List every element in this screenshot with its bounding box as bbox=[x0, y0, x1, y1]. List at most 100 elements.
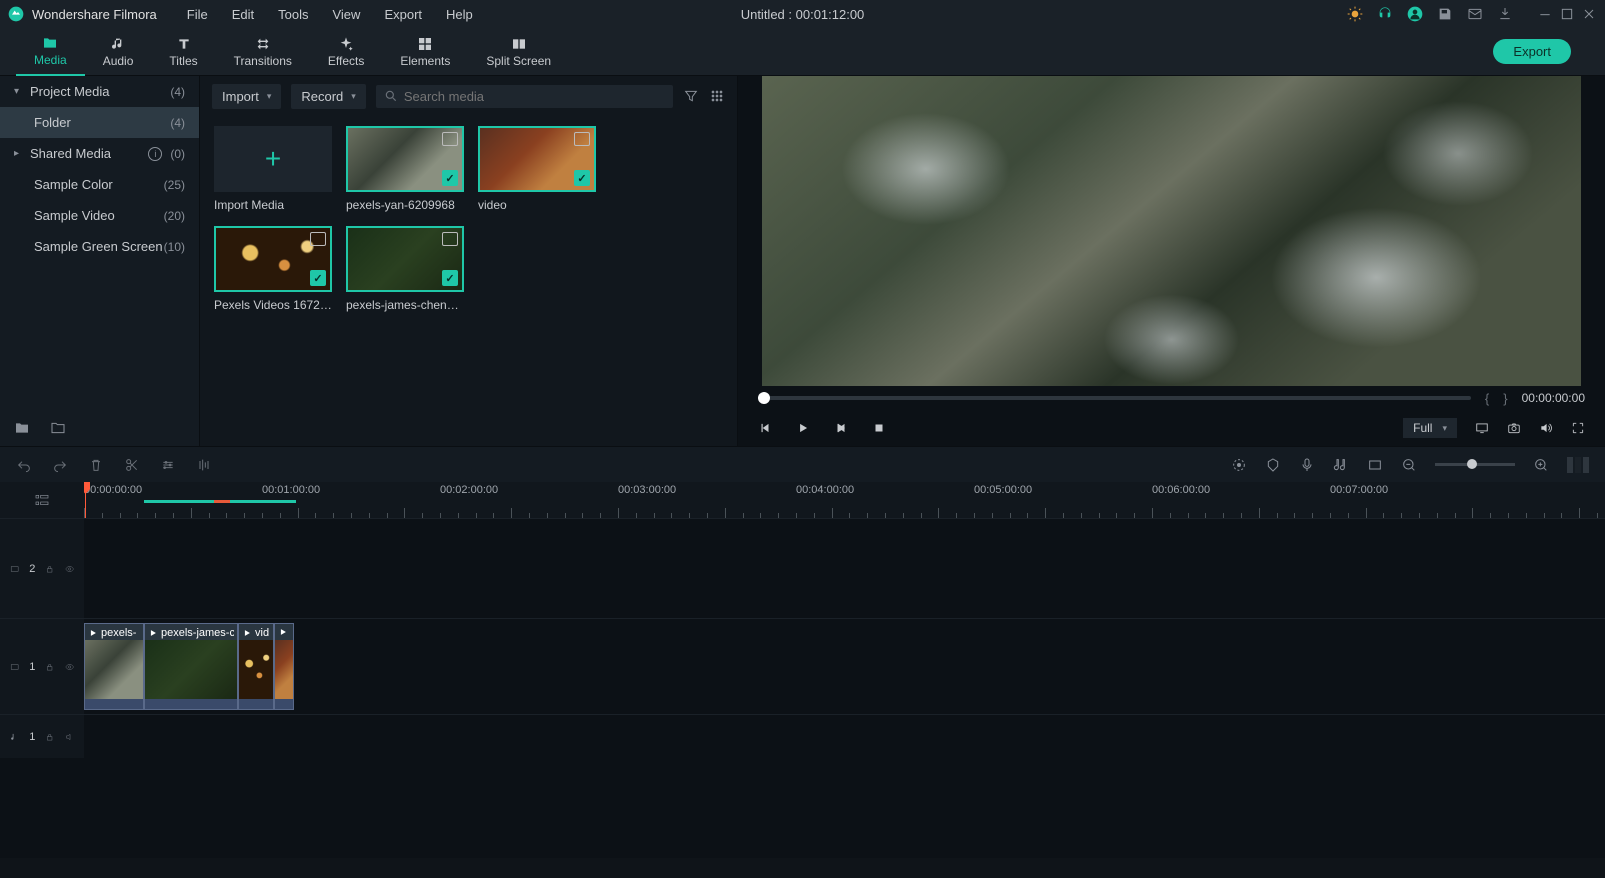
split-icon[interactable] bbox=[124, 457, 140, 473]
ruler-timecode: 00:01:00:00 bbox=[262, 484, 320, 496]
menu-edit[interactable]: Edit bbox=[222, 5, 264, 24]
mute-icon[interactable] bbox=[65, 731, 74, 743]
timeline-clip[interactable] bbox=[274, 623, 294, 710]
timeline-ruler[interactable]: 00:00:00:0000:01:00:0000:02:00:0000:03:0… bbox=[0, 482, 1605, 518]
ruler-timecode: 00:06:00:00 bbox=[1152, 484, 1210, 496]
ruler-timecode: 00:04:00:00 bbox=[796, 484, 854, 496]
media-item[interactable]: ✓Pexels Videos 1672805 bbox=[214, 226, 332, 312]
visibility-icon[interactable] bbox=[65, 563, 74, 575]
next-frame-icon[interactable] bbox=[834, 421, 848, 435]
mic-icon[interactable] bbox=[1299, 457, 1315, 473]
menu-file[interactable]: File bbox=[177, 5, 218, 24]
playhead[interactable] bbox=[85, 482, 86, 518]
prev-frame-icon[interactable] bbox=[758, 421, 772, 435]
mark-in-button[interactable]: { bbox=[1485, 391, 1489, 406]
lock-icon[interactable] bbox=[45, 731, 54, 743]
play-icon[interactable] bbox=[796, 421, 810, 435]
sidebar-item[interactable]: Sample Green Screen(10) bbox=[0, 231, 199, 262]
undo-icon[interactable] bbox=[16, 457, 32, 473]
minimize-icon[interactable] bbox=[1537, 6, 1553, 22]
maximize-icon[interactable] bbox=[1559, 6, 1575, 22]
tab-elements[interactable]: Elements bbox=[382, 28, 468, 76]
render-icon[interactable] bbox=[1231, 457, 1247, 473]
lock-icon[interactable] bbox=[45, 563, 54, 575]
zoom-slider[interactable] bbox=[1435, 463, 1515, 466]
preview-pane: { } 00:00:00:00 Full▾ bbox=[738, 76, 1605, 446]
menu-view[interactable]: View bbox=[322, 5, 370, 24]
search-icon bbox=[384, 89, 398, 103]
keyframe-view-icon[interactable] bbox=[1567, 457, 1589, 473]
timeline-clip[interactable]: pexels- bbox=[84, 623, 144, 710]
delete-icon[interactable] bbox=[88, 457, 104, 473]
aspect-icon[interactable] bbox=[1367, 457, 1383, 473]
fit-dropdown[interactable]: Full▾ bbox=[1403, 418, 1457, 438]
sidebar-item[interactable]: ▸Shared Mediai(0) bbox=[0, 138, 199, 169]
grid-view-icon[interactable] bbox=[709, 88, 725, 104]
preview-video[interactable] bbox=[762, 76, 1581, 386]
tab-split-screen[interactable]: Split Screen bbox=[468, 28, 569, 76]
new-folder-icon[interactable] bbox=[14, 420, 30, 436]
audio-adjust-icon[interactable] bbox=[196, 457, 212, 473]
save-icon[interactable] bbox=[1437, 6, 1453, 22]
zoom-in-icon[interactable] bbox=[1533, 457, 1549, 473]
scrub-thumb[interactable] bbox=[758, 392, 770, 404]
fullscreen-icon[interactable] bbox=[1571, 421, 1585, 435]
tab-transitions[interactable]: Transitions bbox=[216, 28, 310, 76]
mark-out-button[interactable]: } bbox=[1503, 391, 1507, 406]
close-icon[interactable] bbox=[1581, 6, 1597, 22]
menu-export[interactable]: Export bbox=[374, 5, 432, 24]
scrub-track[interactable] bbox=[758, 396, 1471, 400]
timeline-tracks: 2 1 pexels-pexels-james-cvid 1 bbox=[0, 518, 1605, 858]
volume-icon[interactable] bbox=[1539, 421, 1553, 435]
timeline-toolbar bbox=[0, 446, 1605, 482]
import-dropdown[interactable]: Import▾ bbox=[212, 84, 281, 109]
media-grid: +Import Media✓pexels-yan-6209968✓video ✓P… bbox=[200, 116, 737, 322]
audio-track-1: 1 bbox=[0, 714, 1605, 758]
sidebar-item[interactable]: Folder(4) bbox=[0, 107, 199, 138]
marker-icon[interactable] bbox=[1265, 457, 1281, 473]
record-dropdown[interactable]: Record▾ bbox=[291, 84, 365, 109]
visibility-icon[interactable] bbox=[65, 661, 74, 673]
redo-icon[interactable] bbox=[52, 457, 68, 473]
sidebar-item[interactable]: Sample Video(20) bbox=[0, 200, 199, 231]
sidebar-item[interactable]: ▾Project Media(4) bbox=[0, 76, 199, 107]
track-type-icon bbox=[10, 661, 19, 673]
media-item[interactable]: ✓video bbox=[478, 126, 596, 212]
display-icon[interactable] bbox=[1475, 421, 1489, 435]
download-icon[interactable] bbox=[1497, 6, 1513, 22]
export-button[interactable]: Export bbox=[1493, 39, 1571, 64]
media-item[interactable]: ✓pexels-james-cheney-... bbox=[346, 226, 464, 312]
tab-effects[interactable]: Effects bbox=[310, 28, 382, 76]
tab-audio[interactable]: Audio bbox=[85, 28, 152, 76]
snapshot-icon[interactable] bbox=[1507, 421, 1521, 435]
video-track-1: 1 pexels-pexels-james-cvid bbox=[0, 618, 1605, 714]
sidebar-item[interactable]: Sample Color(25) bbox=[0, 169, 199, 200]
stop-icon[interactable] bbox=[872, 421, 886, 435]
filter-icon[interactable] bbox=[683, 88, 699, 104]
menu-help[interactable]: Help bbox=[436, 5, 483, 24]
search-field[interactable] bbox=[404, 89, 665, 104]
support-icon[interactable] bbox=[1377, 6, 1393, 22]
lock-icon[interactable] bbox=[45, 661, 54, 673]
video-track-2: 2 bbox=[0, 518, 1605, 618]
menu-tools[interactable]: Tools bbox=[268, 5, 318, 24]
account-icon[interactable] bbox=[1407, 6, 1423, 22]
message-icon[interactable] bbox=[1467, 6, 1483, 22]
mixer-icon[interactable] bbox=[1333, 457, 1349, 473]
tab-titles[interactable]: Titles bbox=[151, 28, 215, 76]
zoom-thumb[interactable] bbox=[1467, 459, 1477, 469]
media-sidebar: ▾Project Media(4)Folder(4)▸Shared Mediai… bbox=[0, 76, 200, 446]
track-type-icon bbox=[10, 563, 19, 575]
import-media-button[interactable]: +Import Media bbox=[214, 126, 332, 212]
search-media-input[interactable] bbox=[376, 85, 673, 108]
timeline-clip[interactable]: vid bbox=[238, 623, 274, 710]
zoom-out-icon[interactable] bbox=[1401, 457, 1417, 473]
folder-icon[interactable] bbox=[50, 420, 66, 436]
media-item[interactable]: ✓pexels-yan-6209968 bbox=[346, 126, 464, 212]
app-name: Wondershare Filmora bbox=[32, 7, 157, 22]
tips-icon[interactable] bbox=[1347, 6, 1363, 22]
timeline-clip[interactable]: pexels-james-c bbox=[144, 623, 238, 710]
adjust-icon[interactable] bbox=[160, 457, 176, 473]
track-manager-icon[interactable] bbox=[34, 492, 50, 508]
tab-media[interactable]: Media bbox=[16, 28, 85, 76]
